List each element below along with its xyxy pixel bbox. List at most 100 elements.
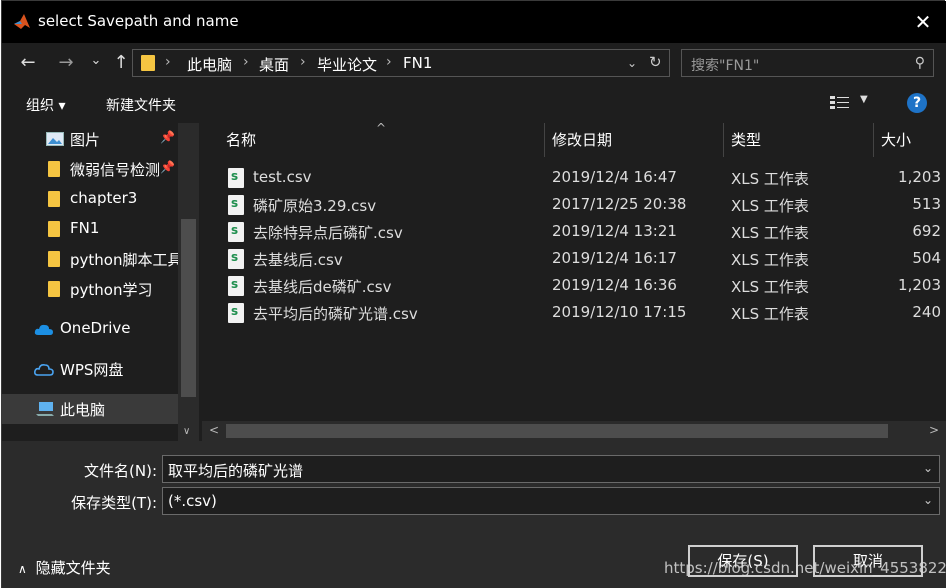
- column-divider[interactable]: [873, 123, 874, 157]
- sidebar-item-label: 此电脑: [60, 401, 106, 419]
- sort-ascending-icon: ^: [376, 123, 387, 135]
- filetype-value[interactable]: (*.csv): [168, 492, 217, 510]
- sidebar-item-label: chapter3: [70, 189, 138, 207]
- save-dialog: select Savepath and name ✕ ← → ⌄ ↑ › 此电脑…: [1, 0, 946, 588]
- sidebar-item-fn1[interactable]: FN1: [2, 214, 178, 244]
- file-date: 2017/12/25 20:38: [552, 195, 687, 213]
- search-input[interactable]: 搜索"FN1": [691, 55, 759, 75]
- file-name: 去除特异点后磷矿.csv: [253, 224, 403, 242]
- sidebar-item-label: FN1: [70, 219, 100, 237]
- column-header-date[interactable]: 修改日期: [552, 123, 612, 157]
- help-icon[interactable]: ?: [907, 93, 927, 113]
- sidebar-item-chapter3[interactable]: chapter3: [2, 184, 178, 214]
- filetype-select[interactable]: (*.csv) ⌄: [162, 487, 940, 515]
- scrollbar-thumb[interactable]: [226, 424, 888, 438]
- chevron-up-icon: ∧: [18, 562, 27, 576]
- up-arrow-icon[interactable]: ↑: [110, 51, 132, 75]
- filename-input[interactable]: 取平均后的磷矿光谱: [168, 460, 303, 481]
- address-bar[interactable]: › 此电脑 › 桌面 › 毕业论文 › FN1 ⌄ ↻: [132, 49, 670, 77]
- navigation-pane: 图片 📌 微弱信号检测 📌 chapter3 FN1 python脚本工具 py…: [2, 123, 199, 441]
- filename-field[interactable]: 取平均后的磷矿光谱 ⌄: [162, 455, 940, 483]
- view-dropdown-icon[interactable]: ▼: [860, 94, 868, 105]
- file-date: 2019/12/4 16:47: [552, 168, 677, 186]
- horizontal-scrollbar[interactable]: < >: [202, 421, 946, 441]
- column-header-type[interactable]: 类型: [731, 123, 761, 157]
- sidebar-item-python-tools[interactable]: python脚本工具: [2, 244, 182, 274]
- sidebar-item-wps-drive[interactable]: WPS网盘: [2, 354, 178, 384]
- breadcrumb-separator: ›: [386, 54, 392, 70]
- file-row[interactable]: 去基线后de磷矿.csv 2019/12/4 16:36 XLS 工作表 1,2…: [202, 273, 946, 300]
- scroll-down-icon[interactable]: ∨: [183, 426, 190, 437]
- file-row[interactable]: 磷矿原始3.29.csv 2017/12/25 20:38 XLS 工作表 51…: [202, 192, 946, 219]
- breadcrumb-separator: ›: [243, 54, 249, 70]
- filename-label: 文件名(N):: [84, 462, 157, 480]
- csv-file-icon: [228, 168, 244, 188]
- file-type: XLS 工作表: [731, 224, 809, 242]
- file-size: 1,203: [898, 276, 941, 294]
- folder-icon: [48, 191, 60, 207]
- sidebar-item-onedrive[interactable]: OneDrive: [2, 314, 178, 344]
- scrollbar-thumb[interactable]: [181, 219, 196, 397]
- chevron-down-icon[interactable]: ⌄: [923, 493, 933, 507]
- close-button[interactable]: ✕: [900, 1, 946, 43]
- breadcrumb-separator: ›: [300, 54, 306, 70]
- scroll-right-icon[interactable]: >: [929, 423, 939, 437]
- scroll-left-icon[interactable]: <: [209, 423, 219, 437]
- file-name: 去基线后.csv: [253, 251, 343, 269]
- file-type: XLS 工作表: [731, 170, 809, 188]
- file-row[interactable]: 去平均后的磷矿光谱.csv 2019/12/10 17:15 XLS 工作表 2…: [202, 300, 946, 327]
- chevron-down-icon[interactable]: ⌄: [923, 461, 933, 475]
- folder-icon: [48, 251, 60, 267]
- search-box[interactable]: 搜索"FN1" ⚲: [681, 49, 934, 77]
- this-pc-icon: [36, 402, 54, 416]
- sidebar-scrollbar[interactable]: ∨: [178, 123, 199, 441]
- file-size: 692: [912, 222, 941, 240]
- sidebar-item-weak-signal[interactable]: 微弱信号检测 📌: [2, 154, 178, 184]
- breadcrumb-fn1[interactable]: FN1: [403, 54, 432, 72]
- file-row[interactable]: 去除特异点后磷矿.csv 2019/12/4 13:21 XLS 工作表 692: [202, 219, 946, 246]
- organize-menu-button[interactable]: 组织 ▾: [26, 95, 65, 115]
- sidebar-item-python-learning[interactable]: python学习: [2, 274, 178, 304]
- file-row[interactable]: test.csv 2019/12/4 16:47 XLS 工作表 1,203: [202, 165, 946, 192]
- refresh-icon[interactable]: ↻: [649, 53, 662, 71]
- window-title: select Savepath and name: [38, 12, 239, 30]
- back-arrow-icon[interactable]: ←: [16, 51, 40, 75]
- wps-cloud-icon: [34, 364, 54, 376]
- file-row[interactable]: 去基线后.csv 2019/12/4 16:17 XLS 工作表 504: [202, 246, 946, 273]
- hide-folders-toggle[interactable]: ∧ 隐藏文件夹: [18, 557, 111, 578]
- sidebar-item-label: python学习: [70, 281, 153, 299]
- breadcrumb-thesis[interactable]: 毕业论文: [317, 54, 377, 75]
- file-type: XLS 工作表: [731, 305, 809, 323]
- column-divider[interactable]: [544, 123, 545, 157]
- breadcrumb-desktop[interactable]: 桌面: [259, 54, 289, 75]
- sidebar-item-label: 图片: [70, 131, 101, 149]
- sidebar-item-this-pc[interactable]: 此电脑: [2, 394, 178, 424]
- csv-file-icon: [228, 303, 244, 323]
- recent-locations-chevron-icon[interactable]: ⌄: [88, 49, 104, 73]
- file-name: 磷矿原始3.29.csv: [253, 197, 377, 215]
- column-divider[interactable]: [723, 123, 724, 157]
- sidebar-item-pictures[interactable]: 图片 📌: [2, 124, 178, 154]
- filetype-label: 保存类型(T):: [71, 494, 157, 512]
- navigation-bar: ← → ⌄ ↑ › 此电脑 › 桌面 › 毕业论文 › FN1 ⌄ ↻ 搜索"F…: [2, 43, 946, 83]
- matlab-logo-icon: [14, 14, 30, 29]
- new-folder-button[interactable]: 新建文件夹: [106, 95, 176, 115]
- title-bar: select Savepath and name ✕: [2, 1, 946, 43]
- file-name: 去基线后de磷矿.csv: [253, 278, 392, 296]
- address-dropdown-icon[interactable]: ⌄: [627, 56, 637, 70]
- folder-icon: [48, 281, 60, 297]
- breadcrumb-this-pc[interactable]: 此电脑: [187, 54, 232, 75]
- pictures-icon: [46, 132, 64, 146]
- file-date: 2019/12/4 16:17: [552, 249, 677, 267]
- file-date: 2019/12/10 17:15: [552, 303, 687, 321]
- column-header-size[interactable]: 大小: [881, 123, 911, 157]
- view-options-icon[interactable]: [830, 96, 850, 110]
- csv-file-icon: [228, 276, 244, 296]
- column-header-name[interactable]: 名称: [226, 123, 256, 157]
- onedrive-cloud-icon: [34, 324, 53, 335]
- breadcrumb-separator: ›: [165, 54, 171, 70]
- folder-icon: [48, 221, 60, 237]
- file-date: 2019/12/4 16:36: [552, 276, 677, 294]
- file-list: ^ 名称 修改日期 类型 大小 test.csv 2019/12/4 16:47…: [202, 123, 946, 441]
- forward-arrow-icon[interactable]: →: [54, 51, 78, 75]
